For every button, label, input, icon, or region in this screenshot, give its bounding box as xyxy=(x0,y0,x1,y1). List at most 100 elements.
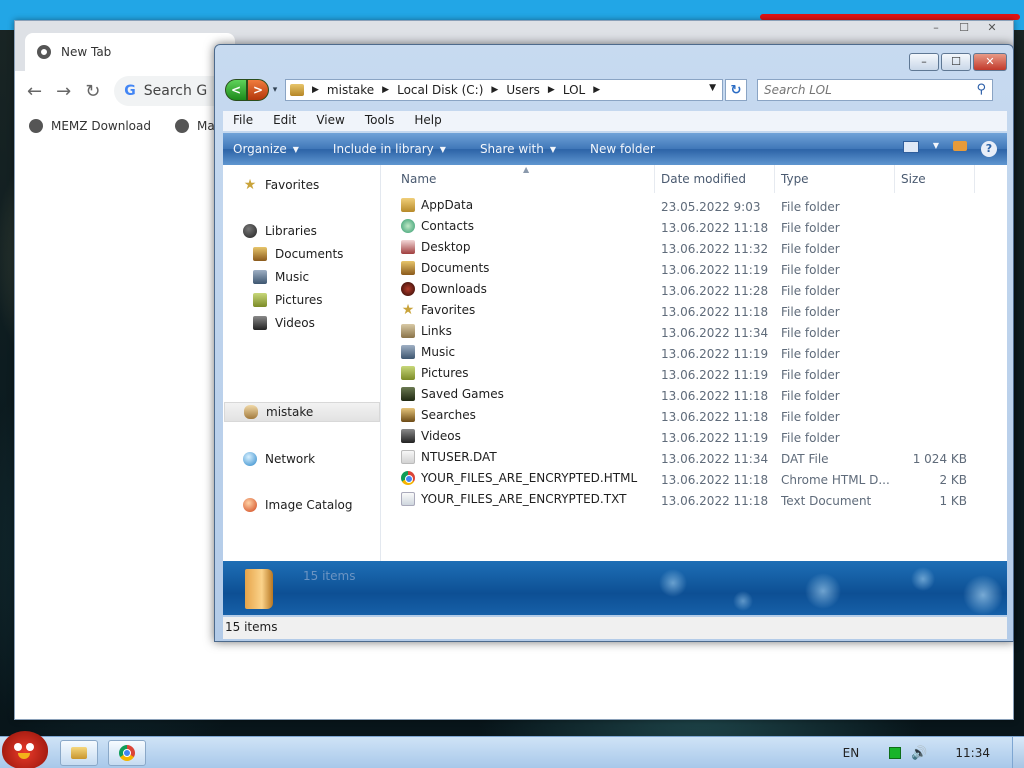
nav-network[interactable]: Network xyxy=(243,449,315,469)
chrome-close-button[interactable]: ✕ xyxy=(979,21,1005,39)
chrome-tab-title: New Tab xyxy=(61,45,112,59)
breadcrumb-separator[interactable]: ▶ xyxy=(548,85,555,95)
forward-button[interactable]: > xyxy=(247,79,269,101)
network-status-icon[interactable] xyxy=(889,747,902,759)
file-row[interactable]: Documents 13.06.2022 11:19 File folder xyxy=(383,260,983,281)
nav-user-mistake[interactable]: mistake xyxy=(224,402,380,422)
file-row[interactable]: AppData 23.05.2022 9:03 File folder xyxy=(383,197,983,218)
file-type: File folder xyxy=(781,326,840,340)
folder-icon xyxy=(71,747,87,759)
show-desktop-button[interactable] xyxy=(1012,737,1024,768)
menu-file[interactable]: File xyxy=(223,111,263,131)
file-row[interactable]: YOUR_FILES_ARE_ENCRYPTED.TXT 13.06.2022 1… xyxy=(383,491,983,512)
menu-tools[interactable]: Tools xyxy=(355,111,405,131)
file-row[interactable]: Contacts 13.06.2022 11:18 File folder xyxy=(383,218,983,239)
file-type: File folder xyxy=(781,284,840,298)
search-input[interactable] xyxy=(764,83,964,97)
file-row[interactable]: YOUR_FILES_ARE_ENCRYPTED.HTML 13.06.2022 … xyxy=(383,470,983,491)
file-row[interactable]: Pictures 13.06.2022 11:19 File folder xyxy=(383,365,983,386)
menu-edit[interactable]: Edit xyxy=(263,111,306,131)
column-header-size[interactable]: Size xyxy=(895,165,975,193)
globe-icon xyxy=(29,119,43,133)
refresh-icon[interactable]: ↻ xyxy=(725,79,747,101)
file-type-icon xyxy=(401,219,415,233)
share-with-label: Share with xyxy=(479,142,544,156)
share-with-button[interactable]: Share with ▼ xyxy=(480,142,556,156)
chrome-tab-new-tab[interactable]: New Tab xyxy=(25,33,235,71)
bookmark-memz-download[interactable]: MEMZ Download xyxy=(29,119,151,133)
chrome-minimize-button[interactable]: – xyxy=(923,21,949,39)
nav-documents[interactable]: Documents xyxy=(253,244,343,264)
back-arrow-icon[interactable]: ← xyxy=(27,81,42,102)
back-button[interactable]: < xyxy=(225,79,247,101)
taskbar-explorer-button[interactable] xyxy=(60,740,98,766)
start-button-angry-bird-icon[interactable] xyxy=(2,731,48,768)
nav-music[interactable]: Music xyxy=(253,267,309,287)
file-type-icon: ★ xyxy=(401,302,415,318)
reload-icon[interactable]: ↻ xyxy=(85,81,100,102)
volume-icon[interactable]: 🔊 xyxy=(911,746,927,761)
organize-button[interactable]: Organize ▼ xyxy=(233,142,299,156)
nav-favorites[interactable]: ★ Favorites xyxy=(243,175,320,195)
menu-help[interactable]: Help xyxy=(404,111,451,131)
chevron-down-icon[interactable]: ▼ xyxy=(933,141,939,157)
breadcrumb-separator[interactable]: ▶ xyxy=(593,85,600,95)
breadcrumb-separator[interactable]: ▶ xyxy=(491,85,498,95)
file-row[interactable]: Links 13.06.2022 11:34 File folder xyxy=(383,323,983,344)
close-button[interactable]: ✕ xyxy=(973,53,1007,71)
chevron-down-icon[interactable]: ▼ xyxy=(709,83,716,93)
forward-arrow-icon[interactable]: → xyxy=(56,81,71,102)
search-icon[interactable]: ⚲ xyxy=(976,82,986,97)
file-type-icon xyxy=(401,492,415,506)
minimize-button[interactable]: – xyxy=(909,53,939,71)
nav-image-catalog[interactable]: Image Catalog xyxy=(243,495,352,515)
file-type: File folder xyxy=(781,221,840,235)
column-header-date-modified[interactable]: Date modified xyxy=(655,165,775,193)
breadcrumb-lol[interactable]: LOL xyxy=(563,83,585,97)
file-type: Chrome HTML D... xyxy=(781,473,890,487)
clock[interactable]: 11:34 xyxy=(955,746,990,760)
breadcrumb-local-disk[interactable]: Local Disk (C:) xyxy=(397,83,483,97)
file-row[interactable]: Music 13.06.2022 11:19 File folder xyxy=(383,344,983,365)
language-indicator[interactable]: EN xyxy=(843,746,860,760)
menu-view[interactable]: View xyxy=(306,111,354,131)
file-name-cell: Links xyxy=(401,324,452,338)
chrome-window-buttons: – ☐ ✕ xyxy=(923,21,1005,39)
file-row[interactable]: Saved Games 13.06.2022 11:18 File folder xyxy=(383,386,983,407)
breadcrumb-mistake[interactable]: mistake xyxy=(327,83,374,97)
nav-libraries[interactable]: Libraries xyxy=(243,221,317,241)
preview-pane-icon[interactable] xyxy=(953,141,967,151)
include-in-library-button[interactable]: Include in library ▼ xyxy=(333,142,446,156)
breadcrumb-users[interactable]: Users xyxy=(506,83,540,97)
folder-icon xyxy=(290,84,304,96)
views-icon[interactable] xyxy=(902,141,919,153)
file-row[interactable]: Searches 13.06.2022 11:18 File folder xyxy=(383,407,983,428)
file-name-cell: Music xyxy=(401,345,455,359)
new-folder-button[interactable]: New folder xyxy=(590,142,655,156)
nav-videos[interactable]: Videos xyxy=(253,313,315,333)
bookmark-mal[interactable]: Mal xyxy=(174,119,218,133)
nav-pictures[interactable]: Pictures xyxy=(253,290,323,310)
file-row[interactable]: Videos 13.06.2022 11:19 File folder xyxy=(383,428,983,449)
network-icon xyxy=(243,452,257,466)
file-row[interactable]: NTUSER.DAT 13.06.2022 11:34 DAT File 1 024 … xyxy=(383,449,983,470)
file-row[interactable]: ★ Favorites 13.06.2022 11:18 File folder xyxy=(383,302,983,323)
chrome-maximize-button[interactable]: ☐ xyxy=(951,21,977,39)
recent-pages-dropdown[interactable]: ▾ xyxy=(269,85,281,95)
file-type-icon xyxy=(401,282,415,296)
taskbar-chrome-button[interactable] xyxy=(108,740,146,766)
file-row[interactable]: Desktop 13.06.2022 11:32 File folder xyxy=(383,239,983,260)
breadcrumb-separator[interactable]: ▶ xyxy=(312,85,319,95)
breadcrumb-separator[interactable]: ▶ xyxy=(382,85,389,95)
file-name-cell: Downloads xyxy=(401,282,487,296)
help-icon[interactable]: ? xyxy=(981,141,997,157)
column-header-type[interactable]: Type xyxy=(775,165,895,193)
file-list: ▲ Name Date modified Type Size AppData 23… xyxy=(383,165,1007,561)
file-name-cell: YOUR_FILES_ARE_ENCRYPTED.HTML xyxy=(401,471,637,485)
maximize-button[interactable]: ☐ xyxy=(941,53,971,71)
column-header-name[interactable]: Name xyxy=(383,165,655,193)
star-icon: ★ xyxy=(243,177,257,193)
file-row[interactable]: Downloads 13.06.2022 11:28 File folder xyxy=(383,281,983,302)
search-field[interactable]: ⚲ xyxy=(757,79,993,101)
address-bar[interactable]: ▶ mistake ▶ Local Disk (C:) ▶ Users ▶ LO… xyxy=(285,79,723,101)
